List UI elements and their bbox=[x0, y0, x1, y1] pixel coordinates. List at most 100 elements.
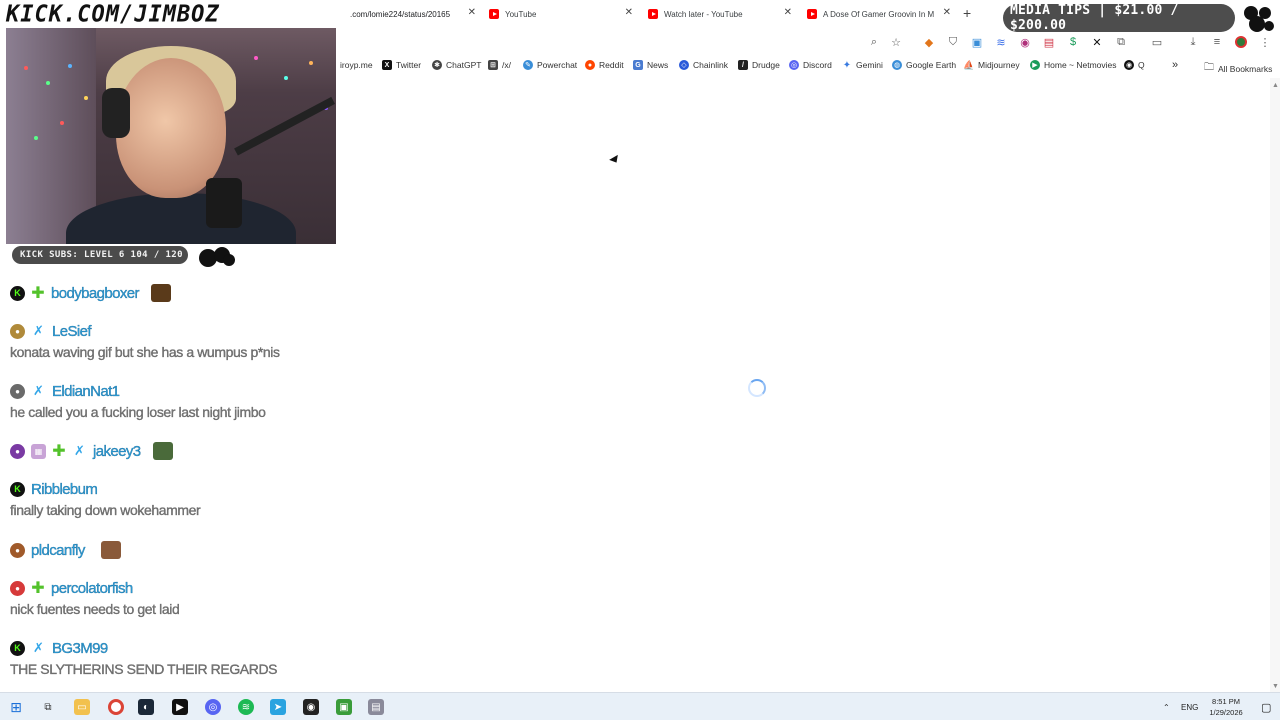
chat-message: K ✗ BG3M99 THE SLYTHERINS SEND THEIR REG… bbox=[10, 637, 278, 677]
file-explorer-icon[interactable]: ▭ bbox=[74, 699, 90, 715]
app-icon[interactable]: ▤ bbox=[368, 699, 384, 715]
powerchat-icon: ✎ bbox=[523, 60, 533, 70]
tab-watch-later[interactable]: Watch later - YouTube ✕ bbox=[648, 4, 792, 24]
tab-youtube[interactable]: YouTube ✕ bbox=[489, 4, 633, 24]
menu-icon[interactable]: ⋮ bbox=[1258, 35, 1272, 49]
microphone-icon bbox=[206, 178, 242, 228]
discord-icon: ◎ bbox=[789, 60, 799, 70]
extension2-icon[interactable]: ◉ bbox=[1018, 35, 1032, 49]
bookmark-label: /x/ bbox=[502, 60, 511, 70]
clock[interactable]: 8:51 PM 1/29/2026 bbox=[1197, 696, 1255, 718]
chainlink-icon: ◇ bbox=[679, 60, 689, 70]
clock-time: 8:51 PM bbox=[1212, 697, 1240, 706]
obs-icon[interactable]: ◉ bbox=[303, 699, 319, 715]
screen: .com/lomie224/status/20165 ✕ YouTube ✕ W… bbox=[0, 0, 1280, 720]
bookmark-netmovies[interactable]: ▶ Home ~ Netmovies bbox=[1030, 60, 1117, 70]
folder-icon: 🗀 bbox=[1204, 62, 1214, 73]
steam-icon[interactable]: ◐ bbox=[138, 699, 154, 715]
bookmark-q[interactable]: ◉ Q bbox=[1124, 60, 1145, 70]
scroll-down-icon[interactable]: ▼ bbox=[1272, 683, 1279, 690]
close-icon[interactable]: ✕ bbox=[943, 7, 951, 18]
tab-gamer-groovin[interactable]: A Dose Of Gamer Groovin In M ✕ bbox=[807, 4, 951, 24]
wave-icon[interactable]: ≋ bbox=[994, 35, 1008, 49]
tab-label: A Dose Of Gamer Groovin In M bbox=[823, 9, 935, 19]
chat-message: K ✚ bodybagboxer bbox=[10, 282, 171, 304]
chat-text: he called you a fucking loser last night… bbox=[10, 404, 266, 420]
tab-twitter-status[interactable]: .com/lomie224/status/20165 ✕ bbox=[350, 4, 476, 24]
subs-goal-text: KICK SUBS: LEVEL 6 104 / 120 bbox=[20, 250, 183, 260]
bookmark-label: Powerchat bbox=[537, 60, 578, 70]
custom-badge-icon: ● bbox=[10, 580, 25, 596]
toolbox-icon[interactable]: ▤ bbox=[1042, 35, 1056, 49]
all-bookmarks-button[interactable]: 🗀 All Bookmarks bbox=[1204, 60, 1272, 77]
bookmark-chainlink[interactable]: ◇ Chainlink bbox=[679, 60, 728, 70]
page-scrollbar[interactable]: ▲ ▼ bbox=[1270, 78, 1280, 692]
bookmark-midjourney[interactable]: ⛵ Midjourney bbox=[963, 60, 1020, 70]
tab-label: Watch later - YouTube bbox=[664, 9, 743, 19]
bookmark-label: ChatGPT bbox=[446, 60, 482, 70]
notifications-icon[interactable]: ▢ bbox=[1261, 693, 1271, 720]
bookmark-chatgpt[interactable]: ✱ ChatGPT bbox=[432, 60, 481, 70]
puzzle-icon[interactable]: ⧉ bbox=[1114, 35, 1128, 49]
avatar-badge-icon: ● bbox=[10, 323, 25, 339]
bookmark-label: Gemini bbox=[856, 60, 883, 70]
bookmark-x[interactable]: ⊞ /x/ bbox=[488, 60, 511, 70]
avatar-badge-icon: ● bbox=[10, 383, 25, 399]
x-icon: X bbox=[382, 60, 392, 70]
download-icon[interactable]: ⤓ bbox=[1186, 35, 1200, 49]
discord-icon[interactable]: ◎ bbox=[205, 699, 221, 715]
bookmark-iroyp[interactable]: iroyp.me bbox=[340, 60, 373, 70]
bookmarks-overflow-button[interactable]: » bbox=[1172, 59, 1178, 71]
new-tab-button[interactable]: + bbox=[963, 5, 971, 21]
youtube-icon bbox=[489, 9, 499, 19]
bookmark-drudge[interactable]: / Drudge bbox=[738, 60, 780, 70]
loading-spinner bbox=[748, 379, 766, 397]
close-icon[interactable]: ✕ bbox=[625, 7, 633, 18]
chat-message: ● ✚ percolatorfish nick fuentes needs to… bbox=[10, 577, 180, 617]
plus-badge-icon: ✚ bbox=[31, 285, 45, 302]
chat-username: Ribblebum bbox=[31, 480, 98, 498]
chatgpt-icon: ✱ bbox=[432, 60, 442, 70]
metamask-icon[interactable]: ◆ bbox=[922, 35, 936, 49]
bookmark-label: Drudge bbox=[752, 60, 780, 70]
dollar-icon[interactable]: $ bbox=[1066, 35, 1080, 49]
close-icon[interactable]: ✕ bbox=[468, 7, 476, 18]
tray-chevron-icon[interactable]: ⌃ bbox=[1163, 693, 1170, 720]
chat-text: konata waving gif but she has a wumpus p… bbox=[10, 344, 280, 360]
clock-date: 1/29/2026 bbox=[1209, 708, 1243, 717]
spotify-icon[interactable]: ≋ bbox=[238, 699, 254, 715]
zoom-icon[interactable]: ⌕ bbox=[867, 35, 881, 49]
windows-start-icon[interactable]: ⊞ bbox=[8, 699, 24, 715]
bookmark-reddit[interactable]: ● Reddit bbox=[585, 60, 624, 70]
bookmark-google-earth[interactable]: ◍ Google Earth bbox=[892, 60, 956, 70]
language-indicator[interactable]: ENG bbox=[1181, 693, 1198, 720]
bookmark-twitter[interactable]: X Twitter bbox=[382, 60, 421, 70]
taskbar: ⊞ ⧉ ▭ ◐ ▶ ◎ ≋ ➤ ◉ ▣ ▤ ⌃ ENG 8:51 PM 1/29… bbox=[0, 692, 1280, 720]
bookmark-powerchat[interactable]: ✎ Powerchat bbox=[523, 60, 577, 70]
chrome-icon[interactable] bbox=[108, 699, 124, 715]
stream-banner: KICK.COM/JIMBOZ bbox=[0, 0, 342, 28]
terminal-icon[interactable]: ▶ bbox=[172, 699, 188, 715]
shield-icon[interactable]: ⛉ bbox=[946, 35, 960, 49]
q-icon: ◉ bbox=[1124, 60, 1134, 70]
profile-icon[interactable] bbox=[1234, 35, 1248, 49]
sidepanel-icon[interactable]: ▭ bbox=[1150, 35, 1164, 49]
bookmark-label: Midjourney bbox=[978, 60, 1020, 70]
bookmark-news[interactable]: G News bbox=[633, 60, 668, 70]
bookmark-label: News bbox=[647, 60, 669, 70]
x-icon[interactable]: ✕ bbox=[1090, 35, 1104, 49]
bookmark-gemini[interactable]: ✦ Gemini bbox=[842, 60, 883, 71]
plus-badge-icon: ✚ bbox=[52, 443, 66, 460]
star-icon[interactable]: ☆ bbox=[889, 35, 903, 49]
telegram-icon[interactable]: ➤ bbox=[270, 699, 286, 715]
extension-icon[interactable]: ▣ bbox=[970, 35, 984, 49]
news-icon: G bbox=[633, 60, 643, 70]
game-icon[interactable]: ▣ bbox=[336, 699, 352, 715]
scroll-up-icon[interactable]: ▲ bbox=[1272, 82, 1279, 89]
bookmark-discord[interactable]: ◎ Discord bbox=[789, 60, 832, 70]
chat-username: jakeey3 bbox=[93, 442, 141, 460]
task-view-icon[interactable]: ⧉ bbox=[40, 699, 56, 715]
close-icon[interactable]: ✕ bbox=[784, 7, 792, 18]
media-icon[interactable]: ≡ bbox=[1210, 35, 1224, 49]
sword-badge-icon: ✗ bbox=[74, 443, 85, 458]
